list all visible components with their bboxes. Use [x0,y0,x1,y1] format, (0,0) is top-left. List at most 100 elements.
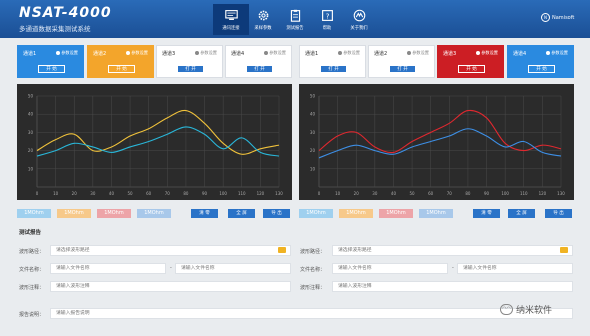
right-file-input[interactable]: 请输入文件名称 [332,263,448,274]
x-tick-label: 10 [53,191,59,196]
help-book-icon: ? [321,9,333,21]
nav-label: 关于我们 [350,25,368,31]
impedance-legend[interactable]: 1MOhm [57,209,91,218]
y-tick-label: 40 [28,112,34,117]
y-tick-label: 30 [310,130,316,135]
settings-dot-icon [56,51,61,55]
settings-dot-icon [338,51,343,55]
left-file-label: 文件名称： [19,267,45,273]
svg-text:?: ? [325,11,329,20]
settings-dot-icon [264,51,269,55]
channel-name: 通道1 [23,51,37,57]
nav-label: 测试报告 [286,25,304,31]
fullscreen-button[interactable]: 全 屏 [508,209,535,218]
left-file-input[interactable]: 请输入文件名称 [50,263,166,274]
y-tick-label: 50 [28,94,34,99]
x-tick-label: 50 [410,191,416,196]
channel-param-setting[interactable]: 参数设置 [338,50,360,56]
impedance-legend[interactable]: 1MOhm [137,209,171,218]
nav-report[interactable]: 测试报告 [277,4,313,35]
channel-name: 通道2 [93,51,107,57]
impedance-legend[interactable]: 1MOhm [299,209,333,218]
param-label: 参数设置 [131,50,148,55]
x-tick-label: 120 [257,191,265,196]
settings-dot-icon [126,51,131,55]
dash-separator: - [452,265,454,271]
series-line-0 [318,109,562,154]
channel-card: 通道2 参数设置打 开 [368,45,435,78]
settings-dot-icon [476,51,481,55]
channel-card: 通道4 参数设置打 开 [225,45,292,78]
chart-right-svg: 10 20 30 40 50 0 10 20 30 40 50 60 70 80 90 100 110 120 13… [310,94,565,197]
impedance-legend[interactable]: 1MOhm [97,209,131,218]
impedance-legend[interactable]: 1MOhm [419,209,453,218]
channel-action-button[interactable]: 开 始 [458,65,485,73]
logo-text: Namisoft [552,14,575,21]
clear-button[interactable]: 清 零 [473,209,500,218]
channel-action-button[interactable]: 开 始 [108,65,135,73]
nav-connection[interactable]: 通讯连接 [213,4,249,35]
channel-param-setting[interactable]: 参数设置 [126,50,148,56]
channel-card: 通道3 参数设置开 始 [437,45,504,78]
nav-sampling[interactable]: 采样参数 [245,4,281,35]
channel-param-setting[interactable]: 参数设置 [264,50,286,56]
folder-icon[interactable] [278,247,286,253]
report-section-title: 测试报告 [19,230,42,236]
channel-action-button[interactable]: 开 始 [38,65,65,73]
brand-logo: N Namisoft [541,13,574,22]
x-tick-label: 0 [318,191,321,196]
report-note-input[interactable]: 请输入报告说明 [50,308,573,319]
folder-icon[interactable] [560,247,568,253]
x-tick-label: 110 [238,191,246,196]
x-tick-label: 60 [428,191,434,196]
x-tick-label: 70 [165,191,171,196]
report-note-label: 报告说明： [19,312,45,318]
channel-action-button[interactable]: 打 开 [177,65,204,73]
x-tick-label: 130 [275,191,283,196]
watermark-text: 纳米软件 [516,306,553,316]
param-label: 参数设置 [61,50,78,55]
channel-action-button[interactable]: 打 开 [246,65,273,73]
channel-card: 通道1 参数设置打 开 [299,45,366,78]
impedance-legend[interactable]: 1MOhm [339,209,373,218]
export-button[interactable]: 导 出 [545,209,572,218]
fullscreen-button[interactable]: 全 屏 [228,209,255,218]
nav-label: 通讯连接 [222,25,240,31]
x-tick-label: 20 [354,191,360,196]
y-tick-label: 20 [310,148,316,153]
channel-param-setting[interactable]: 参数设置 [546,50,568,56]
export-button[interactable]: 导 出 [263,209,290,218]
nav-about[interactable]: 关于我们 [341,4,377,35]
channel-card: 通道4 参数设置开 始 [507,45,574,78]
right-file-label: 文件名称： [300,267,326,273]
right-path-label: 波形路径： [300,249,326,255]
impedance-legend[interactable]: 1MOhm [379,209,413,218]
channel-param-setting[interactable]: 参数设置 [476,50,498,56]
channel-param-setting[interactable]: 参数设置 [407,50,429,56]
right-note-input[interactable]: 请输入波形注释 [332,281,573,292]
right-file2-input[interactable]: 请输入文件名称 [457,263,573,274]
left-path-input[interactable]: 请选择波形路径 [50,245,291,256]
clear-button[interactable]: 清 零 [191,209,218,218]
y-tick-label: 40 [310,112,316,117]
left-note-input[interactable]: 请输入波形注释 [50,281,291,292]
x-tick-label: 80 [465,191,471,196]
channel-param-setting[interactable]: 参数设置 [195,50,217,56]
nav-label: 帮助 [322,25,332,31]
x-tick-label: 60 [146,191,152,196]
series-line-1 [318,128,562,159]
x-tick-label: 100 [501,191,509,196]
app-title: NSAT-4000 [19,5,112,21]
impedance-legend[interactable]: 1MOhm [17,209,51,218]
right-path-input[interactable]: 请选择波形路径 [332,245,573,256]
channel-action-button[interactable]: 打 开 [320,65,347,73]
y-tick-label: 10 [310,166,316,171]
left-file2-input[interactable]: 请输入文件名称 [175,263,291,274]
param-label: 参数设置 [412,50,429,55]
title-bar: NSAT-4000 多通道数据采集测试系统 通讯连接 采样参数 测试报告 ? 帮… [0,0,590,38]
channel-action-button[interactable]: 打 开 [389,65,416,73]
channel-action-button[interactable]: 开 始 [528,65,555,73]
channel-param-setting[interactable]: 参数设置 [56,50,78,56]
nav-help[interactable]: ? 帮助 [309,4,345,35]
x-tick-label: 130 [557,191,565,196]
